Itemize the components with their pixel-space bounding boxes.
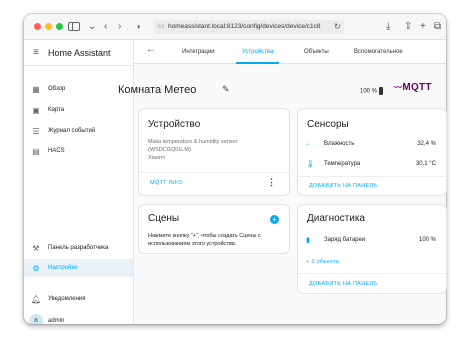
sidebar-item-logbook[interactable]: ☰ Журнал событий	[24, 122, 133, 140]
sensor-label: Температура	[324, 161, 361, 167]
device-info-card: Устройство Miaia temperature & humidity …	[138, 108, 290, 196]
sidebar-item-overview[interactable]: ▦ Обзор	[24, 80, 133, 98]
diagnostic-value: 100 %	[418, 237, 436, 243]
hacs-icon: ▤	[32, 146, 40, 156]
share-icon[interactable]: ⇪	[404, 20, 412, 34]
battery-icon: ▮	[306, 237, 310, 244]
add-to-dashboard-button[interactable]: ДОБАВИТЬ НА ПАНЕЛЬ	[309, 183, 377, 189]
card-title: Устройство	[148, 119, 201, 130]
sensor-row-temperature[interactable]: 🌡︎ Температура 30,1 °C	[306, 158, 436, 170]
sidebar-item-label: Уведомления	[48, 296, 86, 302]
show-more-entities-link[interactable]: + 3 объекта	[306, 259, 339, 265]
sensor-value: 32,4 %	[417, 141, 436, 147]
device-model-line: (WSDCGQ01LM)	[148, 147, 191, 153]
sidebar-item-label: Настройки	[48, 265, 78, 271]
tab-entities[interactable]: Объекты	[304, 40, 329, 64]
minimize-window-button[interactable]	[45, 23, 52, 30]
sidebar-item-label: HACS	[48, 148, 65, 154]
card-divider	[139, 172, 289, 173]
scenes-card: Сцены + Нажмите кнопку "+", чтобы создат…	[138, 204, 290, 254]
menu-icon[interactable]: ≡	[24, 47, 48, 58]
sidebar-item-label: Журнал событий	[48, 128, 96, 134]
avatar: a	[29, 314, 43, 324]
mqtt-info-button[interactable]: MQTT INFO	[150, 180, 183, 186]
hammer-icon: ⚒	[32, 243, 40, 253]
new-tab-icon[interactable]: +	[420, 20, 426, 34]
sensors-card: Сенсоры 💧︎ Влажность 32,4 % 🌡︎ Температу…	[297, 108, 447, 196]
list-icon: ☰	[32, 126, 40, 136]
card-title: Диагностика	[307, 213, 365, 224]
battery-status: 100 %	[360, 87, 384, 95]
map-icon: ▣	[32, 105, 40, 115]
card-divider	[298, 176, 446, 177]
scenes-hint-line: использованием этого устройства.	[148, 241, 237, 247]
address-bar[interactable]: ▭ homeassistant.local:8123/config/device…	[154, 20, 344, 34]
sensor-value: 30,1 °C	[415, 161, 436, 167]
tab-helpers[interactable]: Вспомогательное	[354, 40, 403, 64]
diagnostic-row-battery[interactable]: ▮ Заряд батареи 100 %	[306, 234, 436, 246]
bell-icon: 🔔︎	[30, 294, 42, 304]
water-drop-icon: 💧︎	[306, 140, 309, 147]
battery-value: 100 %	[360, 88, 378, 95]
dashboard-icon: ▦	[32, 84, 40, 94]
add-scene-button[interactable]: +	[270, 215, 279, 224]
mqtt-logo: 〰︎MQTT	[394, 82, 432, 93]
sensor-row-humidity[interactable]: 💧︎ Влажность 32,4 %	[306, 138, 436, 150]
card-title: Сцены	[148, 213, 180, 224]
forward-icon[interactable]: ›	[118, 20, 121, 34]
sidebar-header: ≡ Home Assistant	[24, 40, 133, 66]
close-window-button[interactable]	[34, 23, 41, 30]
page-title: Комната Метео	[118, 84, 197, 96]
thermometer-icon: 🌡︎	[306, 161, 315, 168]
battery-icon	[379, 87, 384, 95]
scenes-hint-line: Нажмите кнопку "+", чтобы создать Сцены …	[148, 233, 261, 239]
maximize-window-button[interactable]	[56, 23, 63, 30]
sidebar-item-notifications[interactable]: 🔔︎ Уведомления	[24, 290, 133, 308]
gear-icon: ⚙	[32, 263, 40, 273]
tab-devices[interactable]: Устройства	[235, 40, 280, 64]
tab-overview-icon[interactable]: ⧉	[434, 20, 441, 34]
back-arrow-icon[interactable]: ←	[146, 44, 156, 55]
diagnostics-card: Диагностика ▮ Заряд батареи 100 % + 3 об…	[297, 204, 447, 294]
shield-icon[interactable]: ◐	[137, 20, 142, 34]
sidebar-item-label: Обзор	[48, 86, 66, 92]
sidebar-toggle-icon[interactable]	[68, 22, 80, 31]
sidebar-item-hacs[interactable]: ▤ HACS	[24, 142, 133, 160]
device-model: Miaia temperature & humidity sensor (WSD…	[148, 138, 238, 162]
card-title: Сенсоры	[307, 119, 349, 130]
sidebar-divider	[24, 274, 133, 275]
address-text: homeassistant.local:8123/config/devices/…	[168, 23, 321, 30]
sidebar-item-label: Карта	[48, 107, 65, 113]
tab-bar: ← Интеграции Устройства Объекты Вспомога…	[134, 40, 446, 64]
diagnostic-label: Заряд батареи	[324, 237, 366, 243]
download-icon[interactable]: ⤓	[386, 20, 390, 34]
add-to-dashboard-button[interactable]: ДОБАВИТЬ НА ПАНЕЛЬ	[309, 281, 377, 287]
sidebar-item-profile[interactable]: a admin	[24, 312, 133, 324]
tab-integrations[interactable]: Интеграции	[182, 40, 215, 64]
sidebar: ≡ Home Assistant ▦ Обзор ▣ Карта ☰ Журна…	[24, 40, 134, 324]
site-info-icon: ▭	[158, 23, 165, 30]
device-model-line: Miaia temperature & humidity sensor	[148, 139, 238, 145]
sidebar-item-developer-tools[interactable]: ⚒ Панель разработчика	[24, 239, 133, 257]
app-title: Home Assistant	[48, 47, 111, 58]
mqtt-logo-text: MQTT	[402, 82, 432, 93]
sidebar-item-map[interactable]: ▣ Карта	[24, 101, 133, 119]
pencil-icon[interactable]: ✎	[222, 84, 230, 95]
reload-icon[interactable]: ↻	[334, 20, 341, 34]
chevron-down-icon[interactable]: ⌄	[88, 20, 96, 34]
more-options-icon[interactable]: ⋮	[267, 177, 276, 188]
browser-toolbar: ⌄ ‹ › ◐ ▭ homeassistant.local:8123/confi…	[24, 14, 446, 40]
sidebar-item-label: Панель разработчика	[48, 245, 109, 251]
sensor-label: Влажность	[324, 141, 355, 147]
device-manufacturer: Xiaomi	[148, 155, 165, 161]
back-icon[interactable]: ‹	[104, 20, 107, 34]
scenes-hint: Нажмите кнопку "+", чтобы создать Сцены …	[148, 232, 261, 248]
card-divider	[298, 273, 446, 274]
user-name: admin	[48, 318, 65, 324]
